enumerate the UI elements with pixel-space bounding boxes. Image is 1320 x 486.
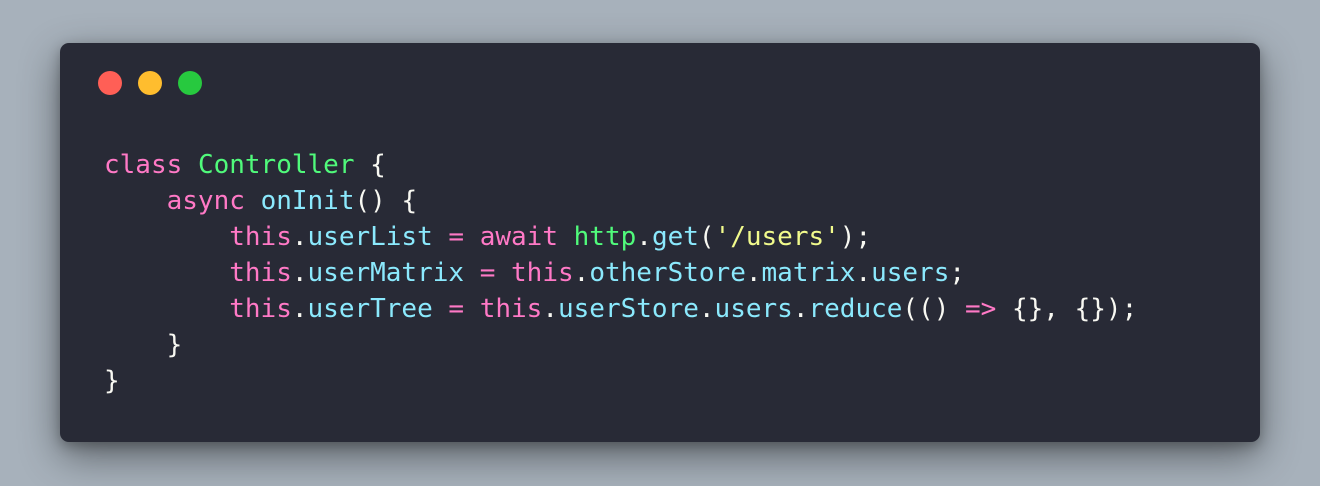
- code-token: .: [291, 258, 308, 288]
- code-token: .: [291, 294, 308, 324]
- code-token: onInit: [260, 186, 355, 216]
- code-token: reduce: [808, 294, 903, 324]
- code-token: .: [855, 258, 872, 288]
- code-token: this: [229, 258, 292, 288]
- code-line: this.userMatrix = this.otherStore.matrix…: [104, 255, 1137, 291]
- code-block: class Controller { async onInit() { this…: [104, 147, 1137, 399]
- code-line: class Controller {: [104, 147, 1137, 183]
- code-token: ((): [902, 294, 966, 324]
- code-token: userMatrix: [307, 258, 465, 288]
- code-token: this: [479, 294, 543, 324]
- code-token: .: [698, 294, 715, 324]
- code-token: users: [871, 258, 950, 288]
- code-line: this.userList = await http.get('/users')…: [104, 219, 1137, 255]
- code-token: async: [166, 186, 245, 216]
- code-line: this.userTree = this.userStore.users.red…: [104, 291, 1137, 327]
- maximize-dot-icon[interactable]: [178, 71, 202, 95]
- code-line: }: [104, 363, 1137, 399]
- code-token: get: [651, 222, 699, 252]
- window-controls: [98, 71, 202, 95]
- minimize-dot-icon[interactable]: [138, 71, 162, 95]
- code-token: userList: [307, 222, 433, 252]
- code-token: .: [542, 294, 558, 324]
- code-token: otherStore: [589, 258, 746, 288]
- code-token: .: [636, 222, 652, 252]
- code-window: class Controller { async onInit() { this…: [60, 43, 1260, 442]
- code-token: .: [792, 294, 809, 324]
- code-line: async onInit() {: [104, 183, 1137, 219]
- code-token: ;: [949, 258, 966, 288]
- code-token: await: [479, 222, 558, 252]
- code-token: .: [573, 258, 590, 288]
- code-token: () {: [354, 186, 418, 216]
- code-token: userTree: [307, 294, 433, 324]
- code-token: '/users': [714, 222, 840, 252]
- code-token: (: [698, 222, 715, 252]
- code-token: userStore: [558, 294, 699, 324]
- code-token: .: [745, 258, 762, 288]
- code-token: );: [839, 222, 872, 252]
- code-token: }: [104, 366, 120, 396]
- code-token: class: [104, 150, 183, 180]
- code-token: {}, {});: [996, 294, 1138, 324]
- code-token: .: [291, 222, 308, 252]
- code-token: =>: [965, 294, 997, 324]
- code-token: matrix: [761, 258, 856, 288]
- code-token: }: [166, 330, 183, 360]
- code-token: this: [229, 222, 292, 252]
- code-token: {: [354, 150, 386, 180]
- code-token: http: [573, 222, 637, 252]
- code-token: =: [448, 294, 465, 324]
- code-line: }: [104, 327, 1137, 363]
- code-token: this: [511, 258, 574, 288]
- code-token: Controller: [197, 150, 355, 180]
- code-token: =: [448, 222, 465, 252]
- code-token: users: [714, 294, 793, 324]
- close-dot-icon[interactable]: [98, 71, 122, 95]
- code-token: =: [479, 258, 496, 288]
- code-token: this: [229, 294, 292, 324]
